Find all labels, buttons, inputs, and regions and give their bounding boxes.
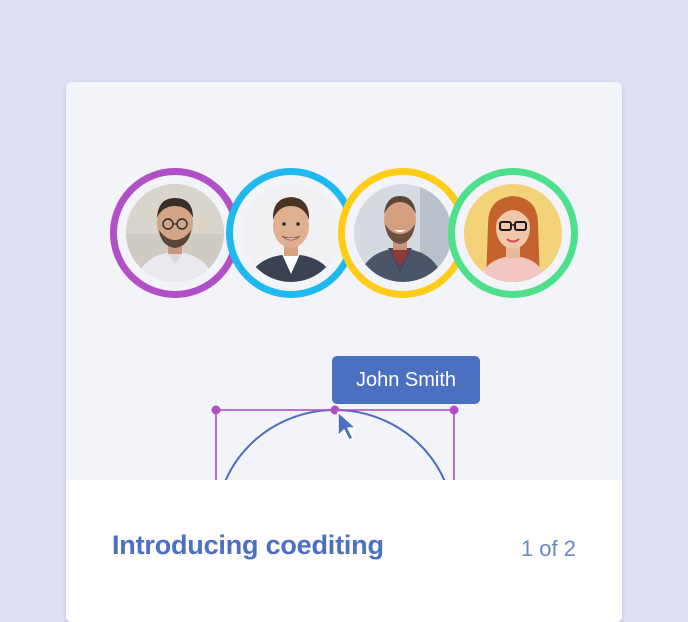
selection-handle-top-right[interactable]: [449, 405, 459, 415]
card-title: Introducing coediting: [112, 530, 384, 560]
selection-handle-top-left[interactable]: [211, 405, 221, 415]
collaborator-name-tooltip: John Smith: [332, 356, 480, 404]
onboarding-card: John Smith Introducing coediting 1 of 2: [66, 82, 622, 622]
ellipse-shape[interactable]: [216, 409, 454, 480]
pointer-cursor-icon: [337, 411, 357, 441]
page-indicator: 1 of 2: [520, 536, 576, 561]
card-footer: Introducing coediting 1 of 2: [66, 480, 622, 622]
selection-box[interactable]: [215, 409, 455, 480]
illustration-stage: John Smith: [66, 82, 622, 480]
selection-overlay: [211, 405, 459, 480]
